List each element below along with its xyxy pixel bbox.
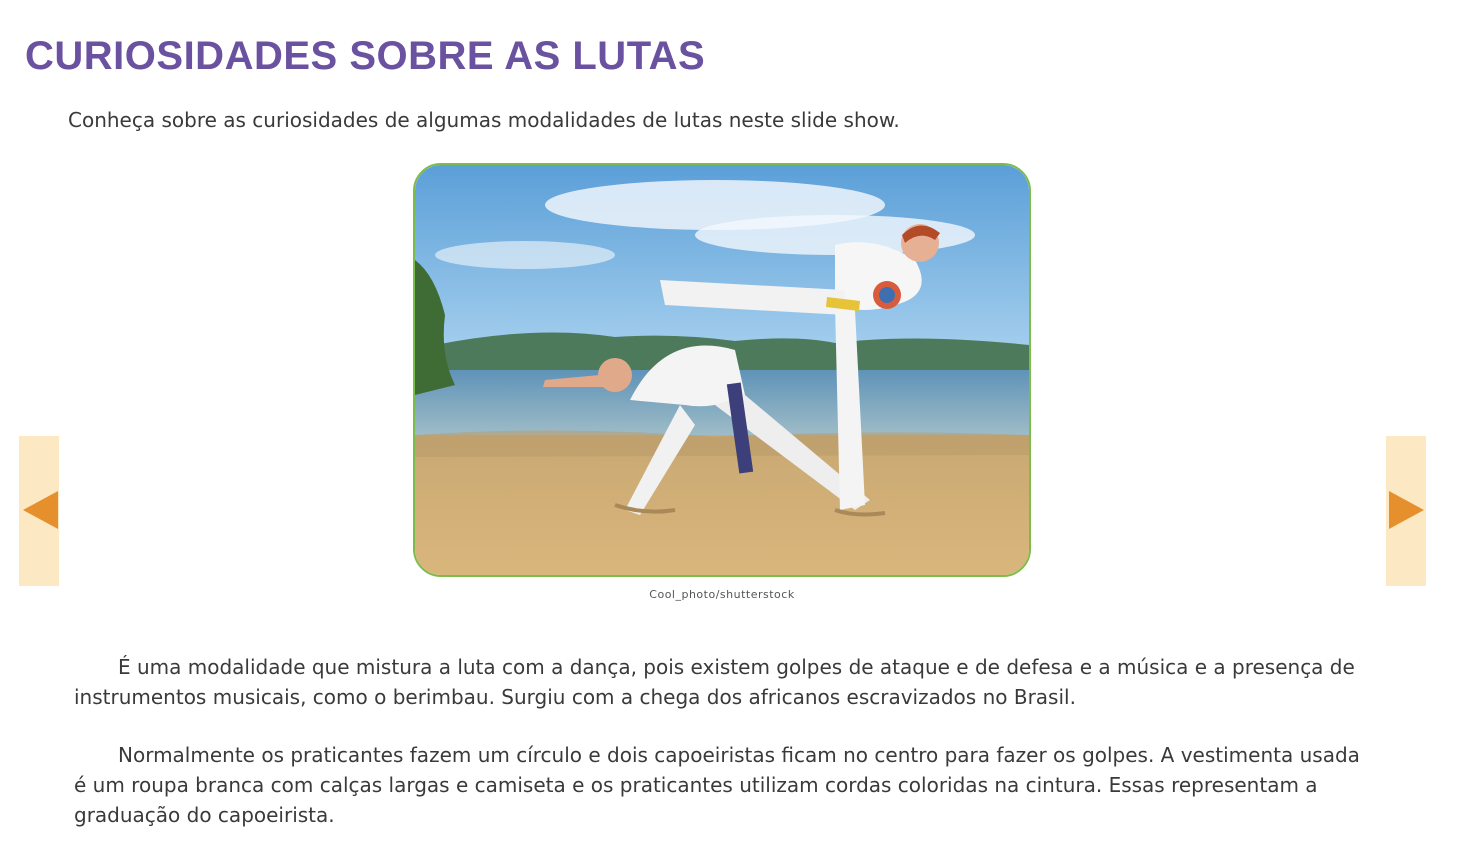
triangle-right-icon — [1389, 491, 1424, 529]
next-slide-button[interactable] — [1386, 436, 1426, 586]
paragraph-2: Normalmente os praticantes fazem um círc… — [74, 743, 1360, 827]
intro-text: Conheça sobre as curiosidades de algumas… — [68, 108, 900, 132]
photo-credit: Cool_photo/shutterstock — [649, 588, 795, 601]
slide-photo — [413, 163, 1031, 577]
page-title: CURIOSIDADES SOBRE AS LUTAS — [25, 34, 706, 78]
triangle-left-icon — [23, 491, 58, 529]
paragraph-1: É uma modalidade que mistura a luta com … — [74, 655, 1355, 709]
previous-slide-button[interactable] — [19, 436, 59, 586]
